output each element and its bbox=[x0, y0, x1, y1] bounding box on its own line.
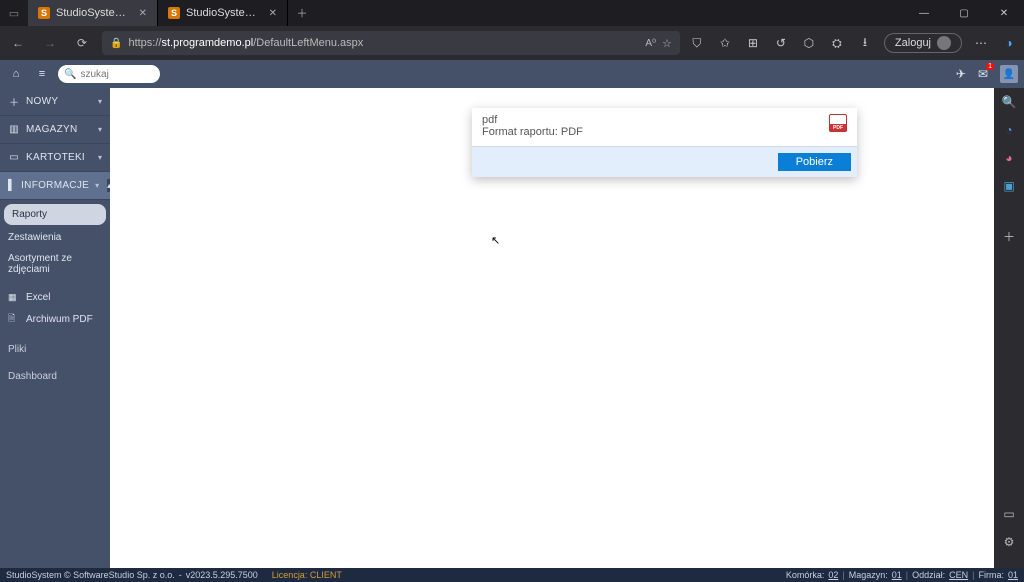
sidebar-link-excel[interactable]: ▦ Excel bbox=[0, 288, 110, 307]
sidebar-section-informacje[interactable]: ▌ INFORMACJE ▾ ▴ bbox=[0, 172, 110, 200]
nav-forward-button[interactable]: → bbox=[38, 36, 62, 50]
performance-icon[interactable]: ⛭ bbox=[828, 36, 846, 51]
sidebar-section-kartoteki[interactable]: ▭ KARTOTEKI ▾ bbox=[0, 144, 110, 172]
rail-chat-icon[interactable]: ◔ bbox=[1001, 122, 1017, 138]
sidebar-heading-pliki[interactable]: Pliki bbox=[0, 339, 110, 360]
browser-side-panel: 🔍 ◔ ◕ ▣ ＋ ▭ ⚙ bbox=[994, 88, 1024, 568]
url-text: https://st.programdemo.pl/DefaultLeftMen… bbox=[128, 37, 639, 49]
nav-back-button[interactable]: ← bbox=[6, 36, 30, 50]
sidebar-subitems: Raporty Zestawienia Asortyment ze zdjęci… bbox=[0, 200, 110, 280]
sidebar-section-label: KARTOTEKI bbox=[26, 152, 92, 163]
content-canvas: pdf Format raportu: PDF PDF Pobierz ↖ bbox=[110, 88, 994, 568]
chevron-down-icon: ▾ bbox=[95, 181, 99, 190]
favorites-icon[interactable]: ✩ bbox=[716, 36, 734, 50]
rail-collapse-icon[interactable]: ▭ bbox=[1001, 506, 1017, 522]
mouse-cursor: ↖ bbox=[491, 234, 500, 247]
left-sidebar: ＋ NOWY ▾ ▥ MAGAZYN ▾ ▭ KARTOTEKI ▾ ▌ INF… bbox=[0, 88, 110, 568]
info-icon: ▌ bbox=[8, 180, 15, 191]
sidebar-link-label: Excel bbox=[26, 292, 50, 303]
download-button[interactable]: Pobierz bbox=[778, 153, 851, 171]
status-bar: StudioSystem © SoftwareStudio Sp. z o.o.… bbox=[0, 568, 1024, 582]
avatar-icon bbox=[937, 36, 951, 50]
chevron-down-icon: ▾ bbox=[98, 153, 102, 162]
mail-badge: 1 bbox=[986, 63, 994, 70]
sidebar-section-magazyn[interactable]: ▥ MAGAZYN ▾ bbox=[0, 116, 110, 144]
warehouse-icon: ▥ bbox=[8, 124, 20, 135]
pdf-file-icon: PDF bbox=[829, 114, 847, 132]
sidebar-link-archiwum-pdf[interactable]: 🗎 Archiwum PDF bbox=[0, 307, 110, 331]
rail-shopping-icon[interactable]: ◕ bbox=[1001, 150, 1017, 166]
new-tab-button[interactable]: ＋ bbox=[288, 0, 316, 26]
cards-icon: ▭ bbox=[8, 152, 20, 163]
sidebar-section-label: MAGAZYN bbox=[26, 124, 92, 135]
status-right: Komórka:02| Magazyn:01| Oddział:CEN| Fir… bbox=[786, 570, 1018, 580]
excel-icon: ▦ bbox=[8, 292, 20, 303]
chevron-down-icon: ▾ bbox=[98, 125, 102, 134]
favicon: S bbox=[38, 7, 50, 19]
window-close-button[interactable]: ✕ bbox=[984, 0, 1024, 26]
tab-title: StudioSystem.NET (c) SoftwareS… bbox=[186, 7, 263, 19]
rail-settings-icon[interactable]: ⚙ bbox=[1001, 534, 1017, 550]
nav-refresh-button[interactable]: ⟳ bbox=[70, 36, 94, 50]
sidebar-heading-dashboard[interactable]: Dashboard bbox=[0, 366, 110, 387]
user-menu-button[interactable]: 👤 bbox=[1000, 65, 1018, 83]
lock-icon: 🔒 bbox=[110, 38, 122, 49]
dialog-subtitle: Format raportu: PDF bbox=[482, 126, 829, 138]
browser-tab[interactable]: S StudioSystem.NET (c) SoftwareS… ✕ bbox=[28, 0, 158, 26]
address-bar[interactable]: 🔒 https://st.programdemo.pl/DefaultLeftM… bbox=[102, 31, 680, 55]
window-titlebar: ▭ S StudioSystem.NET (c) SoftwareS… ✕ S … bbox=[0, 0, 1024, 26]
download-dialog: pdf Format raportu: PDF PDF Pobierz bbox=[472, 108, 857, 177]
export-icon[interactable]: ✈ bbox=[956, 67, 966, 81]
reader-icon[interactable]: A⁰ bbox=[645, 38, 656, 49]
sidebar-item-raporty[interactable]: Raporty bbox=[4, 204, 106, 225]
home-icon[interactable]: ⌂ bbox=[6, 68, 26, 80]
sidebar-item-zestawienia[interactable]: Zestawienia bbox=[0, 227, 110, 248]
rail-tools-icon[interactable]: ▣ bbox=[1001, 178, 1017, 194]
dialog-title: pdf bbox=[482, 114, 829, 126]
profile-login-button[interactable]: Zaloguj bbox=[884, 33, 962, 53]
tab-title: StudioSystem.NET (c) SoftwareS… bbox=[56, 7, 133, 19]
sidebar-section-nowy[interactable]: ＋ NOWY ▾ bbox=[0, 88, 110, 116]
search-icon: 🔍 bbox=[64, 69, 76, 80]
status-license: Licencja: CLIENT bbox=[272, 570, 342, 580]
favicon: S bbox=[168, 7, 180, 19]
tab-overview-button[interactable]: ▭ bbox=[0, 0, 28, 26]
sidebar-section-label: INFORMACJE bbox=[21, 180, 89, 191]
browser-tab[interactable]: S StudioSystem.NET (c) SoftwareS… ✕ bbox=[158, 0, 288, 26]
login-label: Zaloguj bbox=[895, 37, 931, 49]
window-maximize-button[interactable]: ▢ bbox=[944, 0, 984, 26]
app-toolbar: ⌂ ≡ 🔍 ✈ ✉1 👤 bbox=[0, 60, 1024, 88]
status-copyright: StudioSystem © SoftwareStudio Sp. z o.o. bbox=[6, 570, 175, 580]
mail-icon[interactable]: ✉1 bbox=[978, 67, 988, 81]
extensions-icon[interactable]: ⬡ bbox=[800, 36, 818, 50]
history-icon[interactable]: ↺ bbox=[772, 36, 790, 50]
main-area: pdf Format raportu: PDF PDF Pobierz ↖ 🔍 … bbox=[110, 88, 1024, 568]
window-minimize-button[interactable]: — bbox=[904, 0, 944, 26]
plus-icon: ＋ bbox=[8, 94, 20, 109]
sidebar-section-label: NOWY bbox=[26, 96, 92, 107]
downloads-icon[interactable]: ⭳ bbox=[856, 33, 874, 54]
search-input[interactable] bbox=[80, 69, 154, 80]
status-version: v2023.5.295.7500 bbox=[186, 570, 258, 580]
pdf-icon: 🗎 bbox=[8, 311, 20, 327]
rail-search-icon[interactable]: 🔍 bbox=[1001, 94, 1017, 110]
shield-icon[interactable]: ⛉ bbox=[688, 36, 706, 51]
rail-add-icon[interactable]: ＋ bbox=[1001, 228, 1017, 244]
tab-close-icon[interactable]: ✕ bbox=[269, 8, 277, 19]
collections-icon[interactable]: ⊞ bbox=[744, 36, 762, 50]
chevron-down-icon: ▾ bbox=[98, 97, 102, 106]
browser-toolbar: ← → ⟳ 🔒 https://st.programdemo.pl/Defaul… bbox=[0, 26, 1024, 60]
menu-icon[interactable]: ⋯ bbox=[972, 36, 990, 50]
app-search[interactable]: 🔍 bbox=[58, 65, 160, 83]
sidebar-link-label: Archiwum PDF bbox=[26, 314, 93, 325]
menu-toggle-icon[interactable]: ≡ bbox=[32, 68, 52, 80]
favorite-icon[interactable]: ☆ bbox=[662, 37, 672, 50]
tab-close-icon[interactable]: ✕ bbox=[139, 8, 147, 19]
sidebar-item-asortyment[interactable]: Asortyment ze zdjęciami bbox=[0, 248, 110, 280]
copilot-icon[interactable]: ◑ bbox=[1000, 36, 1018, 50]
